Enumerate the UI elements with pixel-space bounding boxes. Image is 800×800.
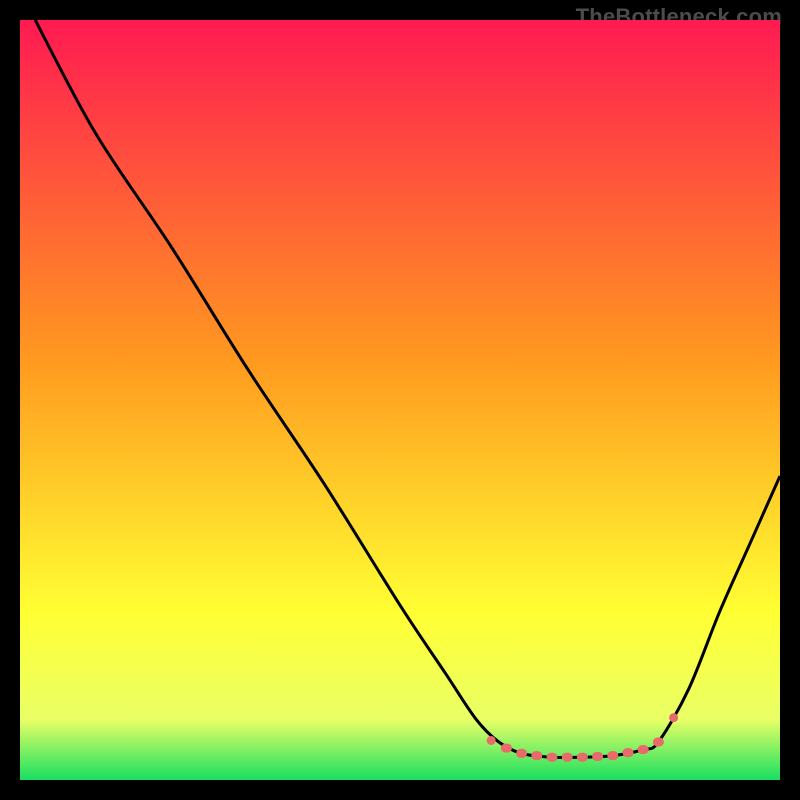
optimal-marker xyxy=(562,753,573,762)
optimal-marker xyxy=(516,749,527,758)
optimal-marker xyxy=(623,748,634,757)
optimal-marker xyxy=(547,753,558,762)
optimal-marker xyxy=(607,751,618,760)
chart-svg xyxy=(20,20,780,780)
optimal-marker xyxy=(592,752,603,761)
gradient-background xyxy=(20,20,780,780)
optimal-marker xyxy=(501,744,512,753)
optimal-marker xyxy=(487,736,496,745)
plot-area xyxy=(20,20,780,780)
optimal-marker xyxy=(638,745,649,754)
optimal-marker xyxy=(669,713,678,722)
optimal-marker xyxy=(653,738,664,747)
chart-frame: TheBottleneck.com xyxy=(0,0,800,800)
optimal-marker xyxy=(531,751,542,760)
optimal-marker xyxy=(577,753,588,762)
